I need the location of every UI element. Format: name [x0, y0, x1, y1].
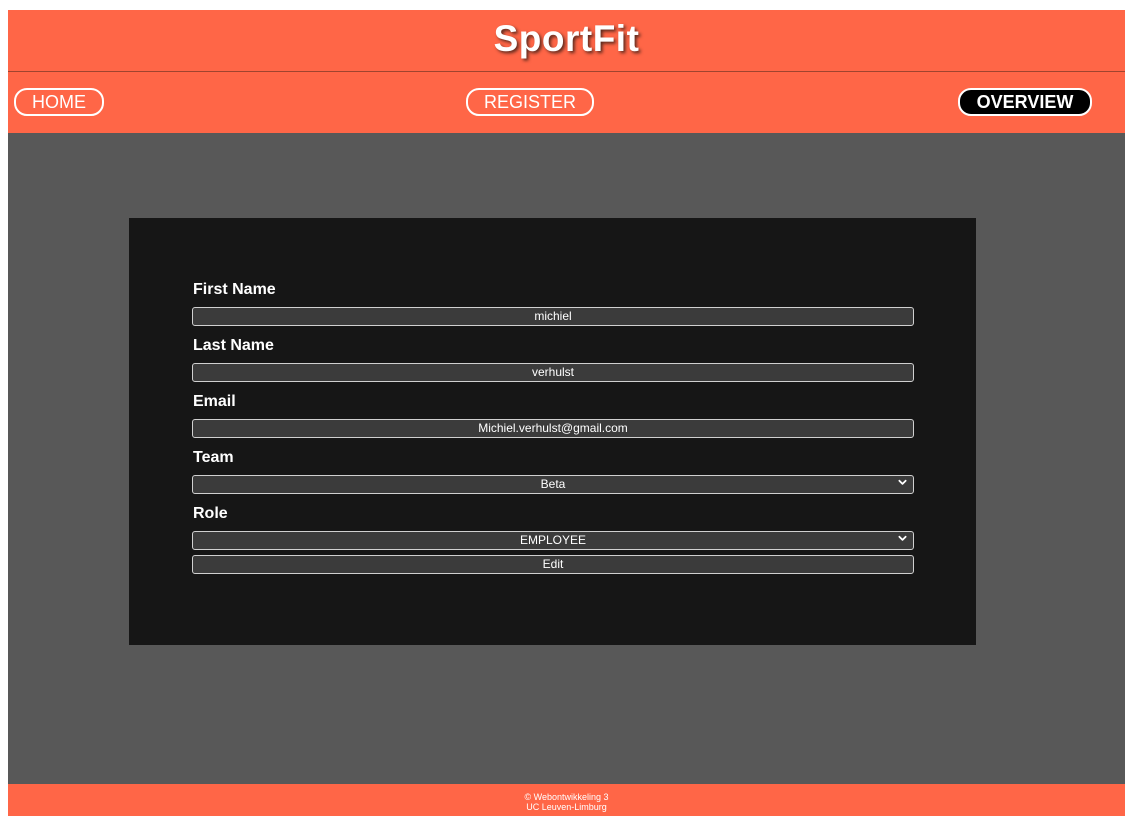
site-title: SportFit — [493, 18, 640, 59]
team-selected-value: Beta — [540, 477, 566, 491]
last-name-label: Last Name — [193, 337, 274, 354]
team-select-wrapper: Beta — [192, 475, 914, 494]
team-select[interactable]: Beta — [192, 475, 914, 494]
chevron-down-icon — [898, 479, 907, 485]
chevron-down-icon — [898, 535, 907, 541]
nav-home-button[interactable]: HOME — [14, 88, 104, 116]
nav-overview-button[interactable]: OVERVIEW — [958, 88, 1092, 116]
first-name-input[interactable]: michiel — [192, 307, 914, 326]
role-label: Role — [193, 505, 228, 522]
edit-button[interactable]: Edit — [192, 555, 914, 574]
footer-institution: UC Leuven-Limburg — [526, 802, 607, 812]
last-name-input[interactable]: verhulst — [192, 363, 914, 382]
first-name-label: First Name — [193, 281, 276, 298]
email-input[interactable]: Michiel.verhulst@gmail.com — [192, 419, 914, 438]
team-label: Team — [193, 449, 234, 466]
email-label: Email — [193, 393, 236, 410]
page: SportFit HOME REGISTER OVERVIEW First Na… — [8, 10, 1125, 816]
role-select[interactable]: EMPLOYEE — [192, 531, 914, 550]
main-content: First Name michiel Last Name verhulst Em… — [8, 133, 1125, 784]
edit-user-card: First Name michiel Last Name verhulst Em… — [129, 218, 976, 645]
site-footer: © Webontwikkeling 3 UC Leuven-Limburg — [8, 784, 1125, 816]
site-header: SportFit — [8, 10, 1125, 72]
role-select-wrapper: EMPLOYEE — [192, 531, 914, 550]
main-nav: HOME REGISTER OVERVIEW — [8, 72, 1125, 133]
nav-register-button[interactable]: REGISTER — [466, 88, 594, 116]
footer-copyright: © Webontwikkeling 3 — [524, 792, 609, 802]
edit-user-form: First Name michiel Last Name verhulst Em… — [192, 281, 914, 574]
role-selected-value: EMPLOYEE — [519, 533, 587, 547]
